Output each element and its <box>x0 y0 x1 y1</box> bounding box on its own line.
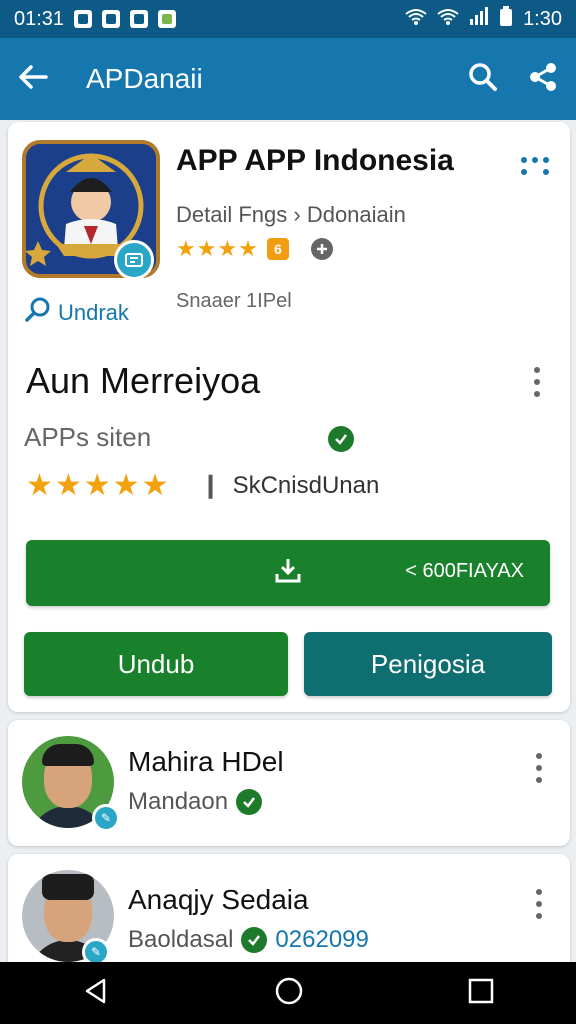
arrow-left-icon[interactable] <box>18 60 58 99</box>
navigation-bar <box>0 962 576 1024</box>
contact-role: Mandaon <box>128 788 229 815</box>
contact-number: 0262099 <box>275 926 369 953</box>
app-meta: Snaaer 1IPel <box>176 290 292 312</box>
app-bar-title: APDanaii <box>86 63 203 94</box>
contact-name: Anaqjy Sedaia <box>128 884 309 915</box>
contact-subtitle: Mandaon <box>128 788 263 816</box>
wifi-icon <box>437 8 459 31</box>
star-rating-large: ★★★★★ <box>26 469 171 502</box>
vertical-dots-icon[interactable] <box>534 752 544 784</box>
rating-row-large: ★★★★★ ❙ SkCnisdUnan <box>26 468 379 503</box>
section-title: Aun Merreiyoa <box>26 360 261 401</box>
search-icon[interactable] <box>468 62 498 97</box>
app-bar: APDanaii <box>0 38 576 120</box>
wifi-icon <box>405 8 427 31</box>
share-icon[interactable] <box>528 62 558 97</box>
signal-icon <box>469 7 489 31</box>
verified-check-icon <box>236 789 263 815</box>
developer-name[interactable]: Detail Fngs › Ddonaiain <box>176 202 406 228</box>
contact-role: Baoldasal <box>128 926 234 953</box>
install-button[interactable]: < 600FIAYAX <box>26 540 550 606</box>
link-label: Undrak <box>58 300 129 325</box>
more-options-icon[interactable] <box>520 152 550 183</box>
link-undrak[interactable]: Undrak <box>24 296 129 330</box>
vertical-dots-icon[interactable] <box>532 366 542 398</box>
app-detail-card: APP APP Indonesia Detail Fngs › Ddonaiai… <box>8 122 570 712</box>
edit-badge-icon: ✎ <box>92 804 120 832</box>
search-icon <box>24 296 52 330</box>
status-time-right: 1:30 <box>523 7 562 30</box>
verified-check-icon <box>328 426 354 452</box>
download-icon <box>274 556 302 591</box>
app-bar-actions <box>468 62 558 97</box>
contact-card[interactable]: ✎ Mahira HDel Mandaon <box>8 720 570 846</box>
download-button[interactable]: Undub <box>24 632 288 696</box>
notification-icon <box>158 10 177 28</box>
notification-icon <box>74 10 93 28</box>
vertical-dots-icon[interactable] <box>534 888 544 920</box>
status-left: 01:31 <box>14 7 177 31</box>
back-nav-icon[interactable] <box>82 977 110 1010</box>
recents-nav-icon[interactable] <box>468 978 494 1009</box>
notification-icon <box>130 10 149 28</box>
secondary-button[interactable]: Penigosia <box>304 632 552 696</box>
plus-circle-icon[interactable] <box>310 238 333 260</box>
status-time-left: 01:31 <box>14 7 65 30</box>
contact-card[interactable]: ✎ Anaqjy Sedaia Baoldasal 0262099 <box>8 854 570 974</box>
rating-badge: 6 <box>266 238 289 260</box>
contact-name: Mahira HDel <box>128 746 284 777</box>
star-rating: ★★★★ <box>176 236 259 261</box>
install-label: < 600FIAYAX <box>405 560 524 582</box>
rating-row: ★★★★ 6 <box>176 236 333 262</box>
battery-icon <box>499 6 513 32</box>
home-nav-icon[interactable] <box>274 976 304 1011</box>
status-bar: 01:31 1:30 <box>0 0 576 38</box>
app-subtitle: APPs siten <box>24 422 152 452</box>
rating-label: SkCnisdUnan <box>232 471 380 499</box>
avatar-hair <box>42 744 94 766</box>
app-name: APP APP Indonesia <box>176 144 454 177</box>
separator: ❙ <box>200 472 221 499</box>
contact-subtitle: Baoldasal 0262099 <box>128 926 369 954</box>
notification-icon <box>102 10 121 28</box>
status-right: 1:30 <box>405 6 562 32</box>
avatar-cap <box>42 874 94 900</box>
verified-check-icon <box>241 927 268 953</box>
app-badge-icon <box>114 240 154 280</box>
